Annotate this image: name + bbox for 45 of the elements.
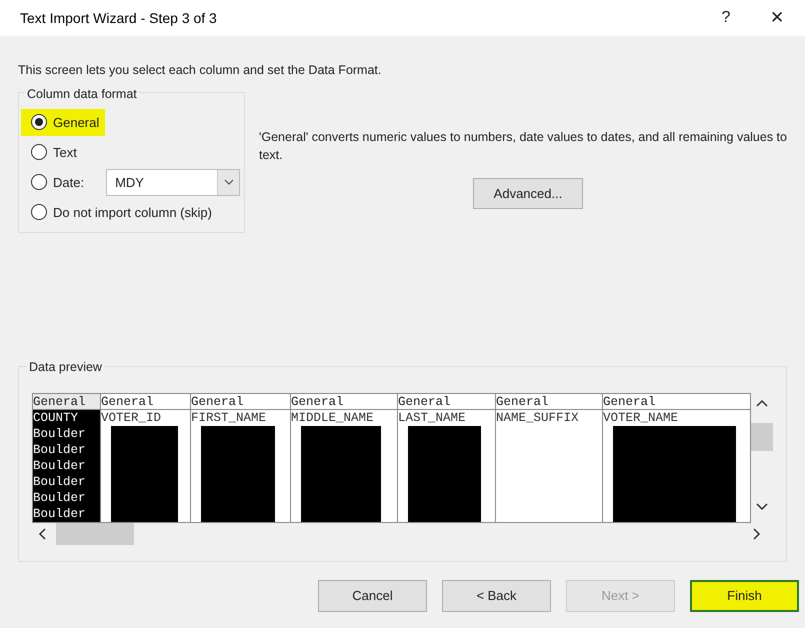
radio-button[interactable] (31, 174, 47, 190)
table-cell: LAST_NAME (398, 410, 466, 426)
table-cell: Boulder (33, 474, 86, 490)
intro-text: This screen lets you select each column and set the Data Format. (18, 63, 382, 77)
window-title: Text Import Wizard - Step 3 of 3 (20, 8, 217, 28)
option-label[interactable]: Date: (53, 172, 84, 192)
option-label[interactable]: Text (53, 142, 77, 162)
column-header[interactable]: General (496, 394, 603, 409)
option-label[interactable]: General (53, 112, 100, 132)
dialog-button[interactable]: Finish (690, 580, 799, 612)
table-cell: Boulder (33, 442, 86, 458)
redaction-block (111, 506, 178, 522)
option-label[interactable]: Do not import column (skip) (53, 202, 212, 222)
column-header[interactable]: General (33, 394, 101, 409)
radio-button[interactable] (31, 144, 47, 160)
close-button[interactable]: ✕ (749, 0, 805, 36)
table-cell: Boulder (33, 426, 86, 442)
scroll-thumb[interactable] (56, 522, 134, 545)
advanced-button[interactable]: Advanced... (473, 178, 583, 209)
table-cell: MIDDLE_NAME (291, 410, 374, 426)
radio-button[interactable] (31, 114, 47, 130)
scroll-right-icon[interactable] (753, 528, 761, 540)
table-cell: COUNTY (33, 410, 78, 426)
scroll-down-icon[interactable] (756, 502, 768, 511)
date-format-dropdown[interactable]: MDY (106, 168, 240, 196)
radio-button[interactable] (31, 204, 47, 220)
help-button[interactable]: ? (703, 0, 749, 36)
table-cell: NAME_SUFFIX (496, 410, 579, 426)
scroll-left-icon[interactable] (38, 528, 46, 540)
dialog-button[interactable]: Cancel (318, 580, 427, 612)
table-cell: VOTER_ID (101, 410, 162, 426)
table-cell: Boulder (33, 458, 86, 474)
table-cell: FIRST_NAME (191, 410, 266, 426)
table-cell: VOTER_NAME (603, 410, 678, 426)
table-cell: Boulder (33, 506, 86, 522)
dialog-button[interactable]: < Back (442, 580, 551, 612)
column-header[interactable]: General (101, 394, 191, 409)
scroll-thumb[interactable] (751, 422, 774, 451)
scroll-up-icon[interactable] (756, 398, 768, 407)
table-cell: Boulder (33, 490, 86, 506)
description-text: 'General' converts numeric values to numbers, date values to dates, and all remaining values to text. (259, 128, 787, 164)
redaction-block (111, 426, 178, 442)
column-header[interactable]: General (398, 394, 496, 409)
column-header[interactable]: General (291, 394, 398, 409)
column-header[interactable]: General (191, 394, 291, 409)
